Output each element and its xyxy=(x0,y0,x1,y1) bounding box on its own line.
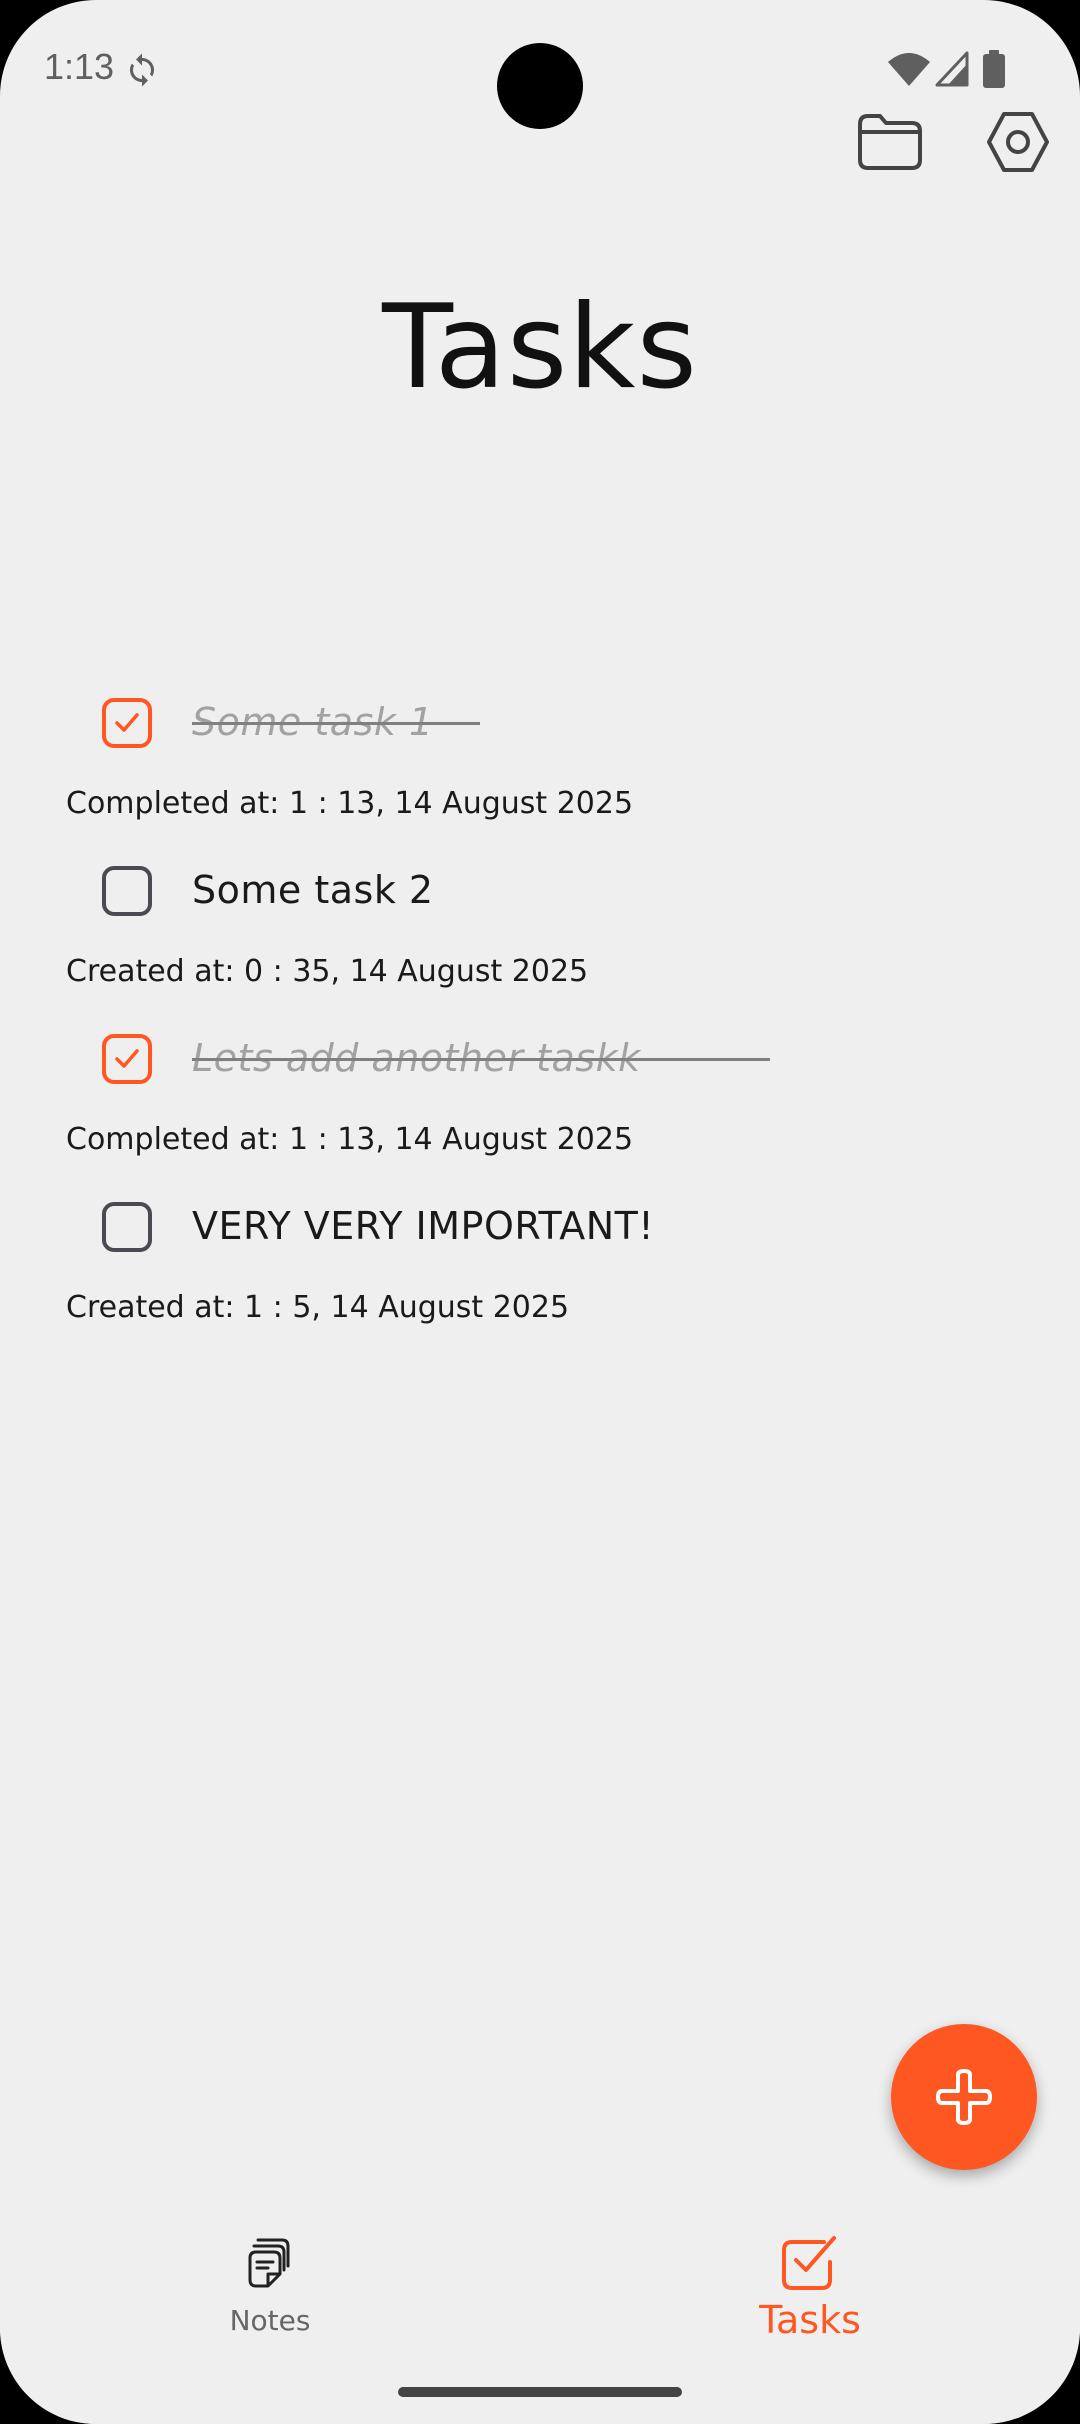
nav-label-notes: Notes xyxy=(229,2304,311,2337)
app-screen: 1:13 Tasks Some task 1 Completed at: 1:… xyxy=(0,0,1080,2424)
task-timestamp: Created at: 0 : 35, 14 August 2025 xyxy=(66,954,589,989)
wifi-icon xyxy=(888,53,930,86)
settings-button[interactable] xyxy=(982,108,1054,176)
task-checkbox[interactable] xyxy=(102,1034,152,1084)
strikethrough-line xyxy=(192,1058,770,1061)
add-task-button[interactable] xyxy=(891,2024,1037,2170)
camera-cutout xyxy=(497,43,583,129)
task-title[interactable]: VERY VERY IMPORTANT! xyxy=(192,1204,654,1248)
nav-label-tasks: Tasks xyxy=(759,2298,861,2342)
task-item: Lets add another taskk Completed at: 1 :… xyxy=(0,1034,1080,1202)
home-indicator[interactable] xyxy=(398,2387,682,2397)
settings-icon xyxy=(987,112,1049,172)
task-timestamp: Created at: 1 : 5, 14 August 2025 xyxy=(66,1290,570,1325)
signal-icon xyxy=(935,51,969,87)
nav-item-tasks[interactable]: Tasks xyxy=(660,2208,960,2388)
folder-icon xyxy=(858,114,922,170)
strikethrough-line xyxy=(192,722,480,725)
task-timestamp: Completed at: 1 : 13, 14 August 2025 xyxy=(66,786,634,821)
folder-button[interactable] xyxy=(854,108,926,176)
nav-item-notes[interactable]: Notes xyxy=(120,2208,420,2388)
notes-icon xyxy=(248,2238,290,2288)
task-item: VERY VERY IMPORTANT! Created at: 1 : 5, … xyxy=(0,1202,1080,1370)
task-title[interactable]: Some task 2 xyxy=(192,868,434,912)
task-item: Some task 1 Completed at: 1 : 13, 14 Aug… xyxy=(0,698,1080,866)
sync-icon xyxy=(130,53,154,87)
checkmark-icon xyxy=(115,1049,139,1068)
plus-icon xyxy=(936,2069,992,2125)
task-item: Some task 2 Created at: 0 : 35, 14 Augus… xyxy=(0,866,1080,1034)
checkmark-icon xyxy=(115,713,139,732)
status-time: 1:13 xyxy=(44,46,115,87)
task-checkbox[interactable] xyxy=(102,1202,152,1252)
page-title: Tasks xyxy=(382,280,698,415)
task-checkbox[interactable] xyxy=(102,866,152,916)
task-timestamp: Completed at: 1 : 13, 14 August 2025 xyxy=(66,1122,634,1157)
battery-icon xyxy=(983,50,1005,88)
tasks-icon xyxy=(782,2236,836,2290)
task-checkbox[interactable] xyxy=(102,698,152,748)
